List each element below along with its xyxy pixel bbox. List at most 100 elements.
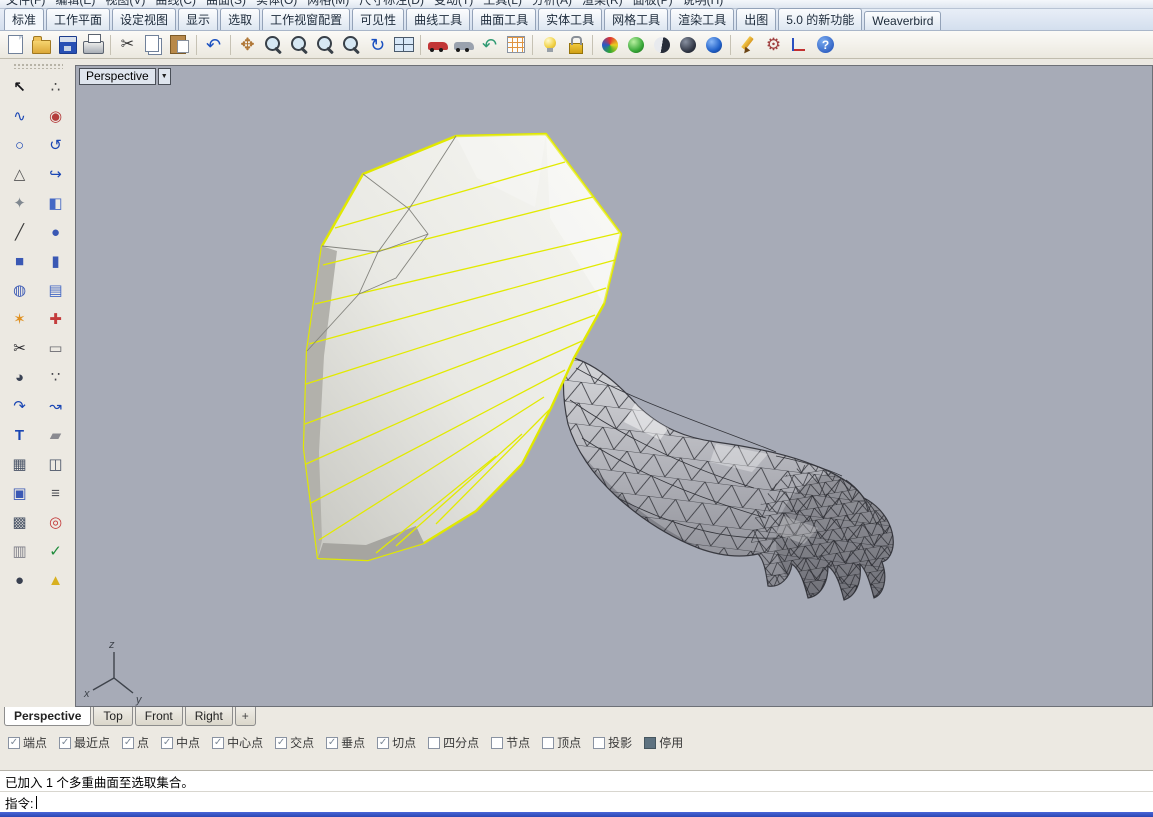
osnap-end[interactable]: ✓端点 (8, 734, 47, 751)
circle-icon[interactable]: ○ (7, 132, 33, 158)
grid-snap-icon[interactable] (503, 32, 528, 57)
notes-icon[interactable]: ▥ (7, 538, 33, 564)
options-gear-icon[interactable]: ⚙ (761, 32, 786, 57)
zoom-dynamic-icon[interactable] (261, 32, 286, 57)
tab-viewport-layout[interactable]: 工作视窗配置 (262, 8, 350, 30)
rotate-view-icon[interactable]: ↻ (365, 32, 390, 57)
grid-dots-icon[interactable]: ▩ (7, 509, 33, 535)
save-mesh-icon[interactable]: ▣ (7, 480, 33, 506)
osnap-project-checkbox[interactable] (593, 737, 605, 749)
point-icon[interactable]: ∴ (43, 74, 69, 100)
cone-icon[interactable]: △ (7, 161, 33, 187)
roller-icon[interactable]: ▰ (43, 422, 69, 448)
copy-icon[interactable] (141, 32, 166, 57)
display-rendered-icon[interactable] (701, 32, 726, 57)
osnap-near-checkbox[interactable]: ✓ (59, 737, 71, 749)
tab-set-view[interactable]: 设定视图 (112, 8, 176, 30)
osnap-mid[interactable]: ✓中点 (161, 734, 200, 751)
points-icon[interactable]: ∵ (43, 364, 69, 390)
viewport-tab-front[interactable]: Front (135, 707, 183, 726)
save-icon[interactable] (55, 32, 80, 57)
shaded-sphere-icon[interactable]: ◕ (7, 364, 33, 390)
osnap-tangent[interactable]: ✓切点 (377, 734, 416, 751)
scissors-icon[interactable]: ✂ (7, 335, 33, 361)
new-file-icon[interactable] (3, 32, 28, 57)
tab-whats-new[interactable]: 5.0 的新功能 (778, 8, 862, 30)
osnap-disable[interactable]: 停用 (644, 734, 683, 751)
osnap-quadrant-checkbox[interactable] (428, 737, 440, 749)
osnap-tangent-checkbox[interactable]: ✓ (377, 737, 389, 749)
ruler-icon[interactable]: ▭ (43, 335, 69, 361)
orient-icon[interactable]: ↪ (43, 161, 69, 187)
named-view-icon[interactable] (425, 32, 450, 57)
osnap-center-checkbox[interactable]: ✓ (212, 737, 224, 749)
select-arrow-icon[interactable]: ↖ (7, 74, 33, 100)
tab-visibility[interactable]: 可见性 (352, 8, 404, 30)
box-icon[interactable]: ■ (7, 248, 33, 274)
cone-yellow-icon[interactable]: ▲ (43, 567, 69, 593)
viewport-tab-top[interactable]: Top (93, 707, 132, 726)
tab-display[interactable]: 显示 (178, 8, 218, 30)
open-file-icon[interactable] (29, 32, 54, 57)
undo-view-icon[interactable]: ↶ (477, 32, 502, 57)
display-mode-icon[interactable] (451, 32, 476, 57)
rotate-icon[interactable]: ↺ (43, 132, 69, 158)
target-icon[interactable]: ◎ (43, 509, 69, 535)
zoom-window-icon[interactable] (287, 32, 312, 57)
toolbar-grip[interactable] (13, 63, 63, 69)
tab-curve-tools[interactable]: 曲线工具 (406, 8, 470, 30)
block-icon[interactable]: ◫ (43, 451, 69, 477)
check-icon[interactable]: ✓ (43, 538, 69, 564)
osnap-near[interactable]: ✓最近点 (59, 734, 110, 751)
osnap-quadrant[interactable]: 四分点 (428, 734, 479, 751)
viewport-title-label[interactable]: Perspective (79, 68, 156, 85)
pipe-icon[interactable]: ◍ (7, 277, 33, 303)
print-icon[interactable] (81, 32, 106, 57)
blend-curve-icon[interactable]: ↷ (7, 393, 33, 419)
osnap-center[interactable]: ✓中心点 (212, 734, 263, 751)
tab-standard[interactable]: 标准 (4, 8, 44, 30)
osnap-perpendicular-checkbox[interactable]: ✓ (326, 737, 338, 749)
layers-icon[interactable]: ▤ (43, 277, 69, 303)
curve-icon[interactable]: ∿ (7, 103, 33, 129)
display-ghosted-icon[interactable] (675, 32, 700, 57)
osnap-vertex[interactable]: 顶点 (542, 734, 581, 751)
render-preview-icon[interactable] (623, 32, 648, 57)
list-icon[interactable]: ≡ (43, 480, 69, 506)
tab-render-tools[interactable]: 渲染工具 (670, 8, 734, 30)
display-shaded-icon[interactable] (649, 32, 674, 57)
viewport-tab-perspective[interactable]: Perspective (4, 707, 91, 726)
cplane-icon[interactable] (787, 32, 812, 57)
osnap-point[interactable]: ✓点 (122, 734, 149, 751)
perspective-viewport[interactable]: z x y Perspective ▼ (75, 65, 1153, 707)
tab-drafting[interactable]: 出图 (736, 8, 776, 30)
light-icon[interactable] (537, 32, 562, 57)
osnap-vertex-checkbox[interactable] (542, 737, 554, 749)
repair-icon[interactable]: ✚ (43, 306, 69, 332)
osnap-mid-checkbox[interactable]: ✓ (161, 737, 173, 749)
dark-sphere-icon[interactable]: ● (7, 567, 33, 593)
drag-point-icon[interactable]: ◉ (43, 103, 69, 129)
cylinder-icon[interactable]: ▮ (43, 248, 69, 274)
paste-icon[interactable] (167, 32, 192, 57)
annotate-icon[interactable] (735, 32, 760, 57)
osnap-intersection-checkbox[interactable]: ✓ (275, 737, 287, 749)
command-line[interactable]: 指令: (0, 791, 1153, 812)
tab-weaverbird[interactable]: Weaverbird (864, 11, 941, 30)
selected-mesh-shoulder[interactable] (304, 134, 621, 560)
render-icon[interactable] (597, 32, 622, 57)
hatch-icon[interactable]: ▦ (7, 451, 33, 477)
arm-hand-mesh[interactable] (564, 356, 921, 629)
tab-surface-tools[interactable]: 曲面工具 (472, 8, 536, 30)
osnap-end-checkbox[interactable]: ✓ (8, 737, 20, 749)
tab-solid-tools[interactable]: 实体工具 (538, 8, 602, 30)
viewport-canvas[interactable]: z x y (76, 66, 1152, 706)
osnap-perpendicular[interactable]: ✓垂点 (326, 734, 365, 751)
cut-icon[interactable]: ✂ (115, 32, 140, 57)
tab-cplane[interactable]: 工作平面 (46, 8, 110, 30)
osnap-project[interactable]: 投影 (593, 734, 632, 751)
lock-icon[interactable] (563, 32, 588, 57)
help-icon[interactable] (813, 32, 838, 57)
osnap-point-checkbox[interactable]: ✓ (122, 737, 134, 749)
star-icon[interactable]: ✦ (7, 190, 33, 216)
